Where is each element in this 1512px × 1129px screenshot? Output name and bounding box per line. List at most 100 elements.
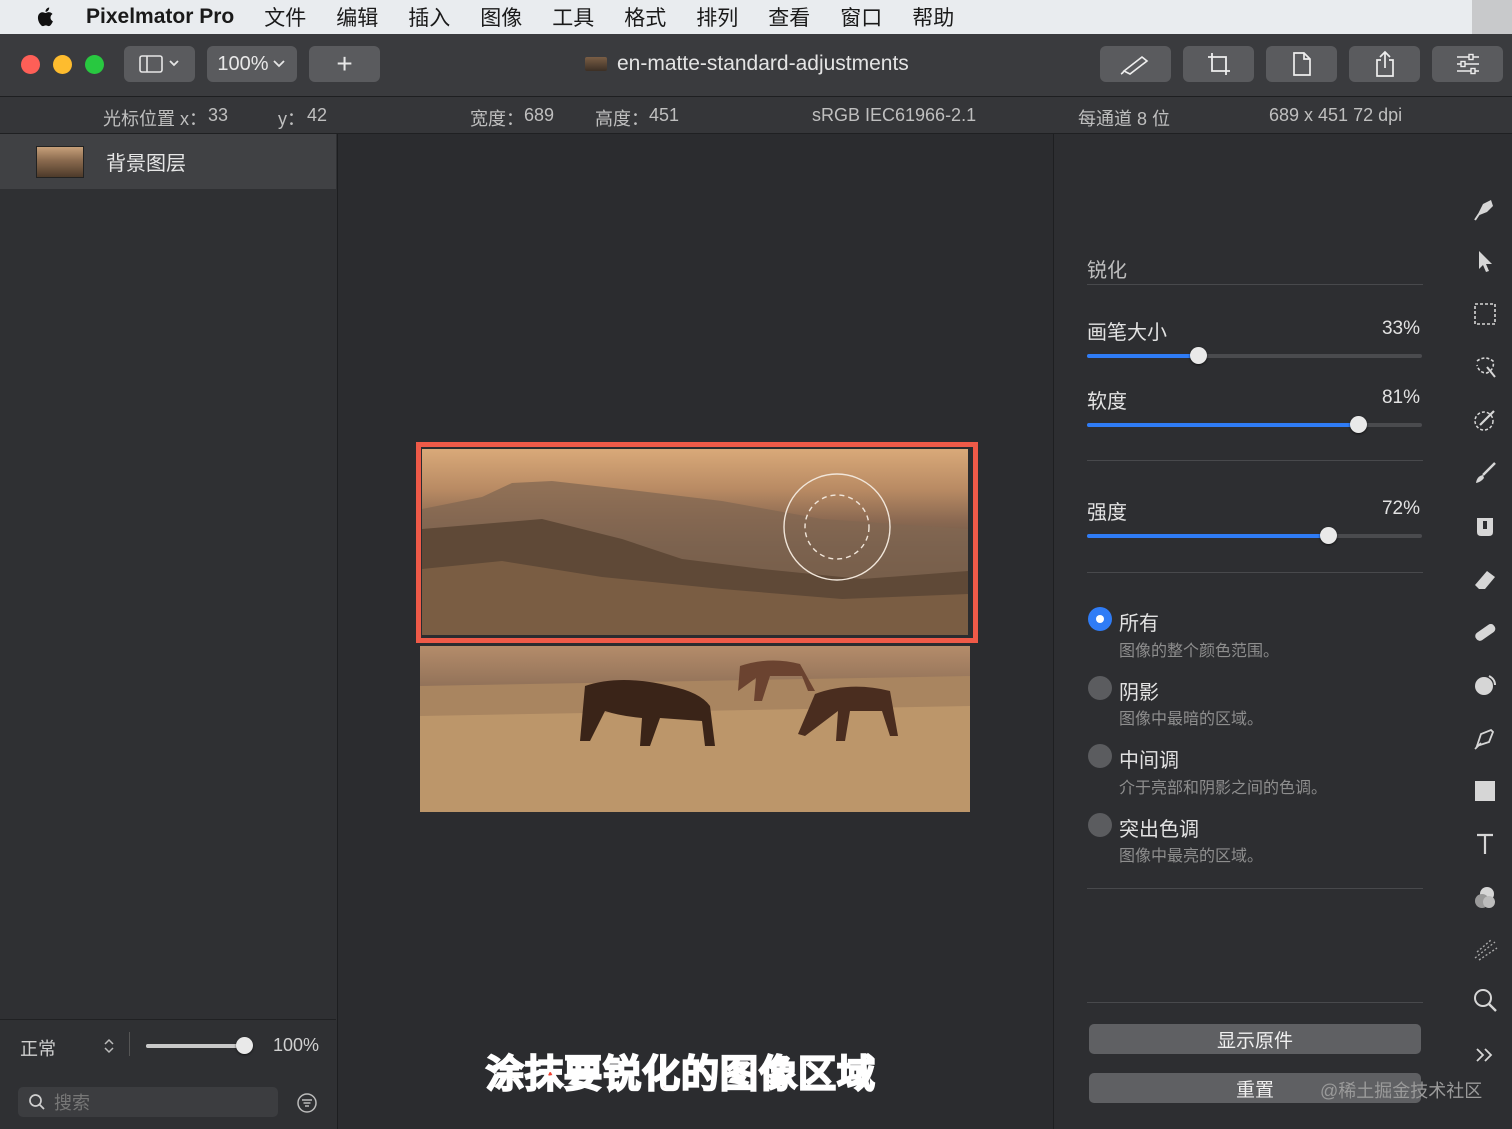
range-all-description: 图像的整个颜色范围。 [1119,643,1280,660]
export-button[interactable] [1266,46,1337,82]
add-label: + [336,48,353,79]
menu-insert[interactable]: 插入 [408,2,450,32]
apple-menu-icon[interactable] [34,5,58,29]
brush-icon[interactable] [1467,455,1503,491]
color-picker-icon[interactable] [1467,402,1503,438]
arrange-pointer-icon[interactable] [1467,243,1503,279]
effects-icon[interactable] [1467,932,1503,968]
menu-window[interactable]: 窗口 [840,2,882,32]
magic-selection-icon[interactable] [1467,349,1503,385]
brush-size-value: 33% [1381,318,1420,339]
sidebar-toggle-button[interactable] [124,46,195,82]
range-shadows-label: 阴影 [1119,682,1159,704]
opacity-value: 100% [273,1035,320,1055]
intensity-slider[interactable] [1087,527,1422,544]
softness-slider[interactable] [1087,416,1422,433]
blend-controls: 正常 100% [0,1019,336,1070]
distort-icon[interactable] [1467,667,1503,703]
range-midtones-radio[interactable] [1088,744,1112,768]
document-title-text: en-matte-standard-adjustments [617,52,909,75]
more-tools-icon[interactable] [1467,1037,1503,1073]
brush-size-label: 画笔大小 [1087,322,1167,344]
divider [1087,572,1423,573]
range-all-radio[interactable] [1088,607,1112,631]
slider-knob[interactable] [1350,416,1367,433]
opacity-slider[interactable] [146,1037,253,1054]
chevron-down-icon [272,60,285,68]
search-icon [29,1094,45,1110]
layer-search-field[interactable]: 搜索 [18,1087,278,1117]
rect-selection-icon[interactable] [1467,296,1503,332]
paint-brush-style-icon[interactable] [1467,190,1503,226]
show-original-button[interactable]: 显示原件 [1089,1024,1421,1054]
range-highlights-description: 图像中最亮的区域。 [1119,848,1264,865]
menu-bar: Pixelmator Pro 文件 编辑 插入 图像 工具 格式 排列 查看 窗… [0,0,1512,34]
menubar-edge [1472,0,1512,34]
tools-strip [1460,134,1512,1129]
range-all-label: 所有 [1119,613,1159,635]
layer-name: 背景图层 [106,153,186,175]
menu-help[interactable]: 帮助 [912,2,954,32]
menu-tools[interactable]: 工具 [552,2,594,32]
opacity-slider-fill [146,1044,244,1048]
share-button[interactable] [1349,46,1420,82]
eraser-icon[interactable] [1467,561,1503,597]
watermark: @稀土掘金技术社区 [1320,1081,1483,1101]
opacity-slider-knob[interactable] [236,1037,253,1054]
cursor-y-label: y： [278,109,305,129]
range-shadows-radio[interactable] [1088,676,1112,700]
height-label: 高度： [595,109,649,129]
edit-tools-button[interactable] [1100,46,1171,82]
range-shadows-description: 图像中最暗的区域。 [1119,711,1264,728]
color-adjust-icon[interactable] [1467,879,1503,915]
cursor-x-label: 光标位置 x： [103,109,208,129]
color-profile: sRGB IEC61966-2.1 [812,105,977,125]
repair-icon[interactable] [1467,614,1503,650]
slider-knob[interactable] [1190,347,1207,364]
menu-format[interactable]: 格式 [624,2,666,32]
fill-icon[interactable] [1467,508,1503,544]
app-menu[interactable]: Pixelmator Pro [86,5,234,29]
highlight-frame [416,442,978,643]
layer-row[interactable]: 背景图层 [0,134,336,189]
shape-icon[interactable] [1467,773,1503,809]
blend-mode-select[interactable]: 正常 [20,1035,56,1061]
adjust-panel-button[interactable] [1432,46,1503,82]
close-window-button[interactable] [21,55,40,74]
updown-chevron-icon[interactable] [102,1037,116,1055]
intensity-label: 强度 [1087,502,1127,524]
info-bar: 光标位置 x： 33 y： 42 宽度： 689 高度： 451 sRGB IE… [0,97,1512,134]
filter-icon[interactable] [296,1092,318,1114]
menu-file[interactable]: 文件 [264,2,306,32]
text-icon[interactable] [1467,826,1503,862]
crop-button[interactable] [1183,46,1254,82]
add-button[interactable]: + [309,46,380,82]
divider [1087,460,1423,461]
divider [129,1032,130,1056]
zoom-window-button[interactable] [85,55,104,74]
zoom-dropdown[interactable]: 100% [207,46,297,82]
layer-thumbnail [36,145,84,178]
horses-art [420,660,970,812]
brush-size-slider[interactable] [1087,347,1422,364]
cursor-x-value: 33 [208,105,229,125]
range-highlights-radio[interactable] [1088,813,1112,837]
intensity-value: 72% [1381,498,1420,519]
cursor-y-value: 42 [307,105,328,125]
slider-fill [1087,534,1328,538]
menu-view[interactable]: 查看 [768,2,810,32]
menu-arrange[interactable]: 排列 [696,2,738,32]
share-icon [1375,50,1394,77]
range-highlights-label: 突出色调 [1119,819,1199,841]
image-bottom-horses[interactable] [420,646,970,812]
slider-knob[interactable] [1320,527,1337,544]
range-midtones-label: 中间调 [1119,750,1179,772]
zoom-icon[interactable] [1467,982,1503,1018]
document-thumbnail [585,57,607,71]
menu-edit[interactable]: 编辑 [336,2,378,32]
show-original-label: 显示原件 [1216,1030,1293,1052]
menu-image[interactable]: 图像 [480,2,522,32]
pen-icon[interactable] [1467,720,1503,756]
reset-label: 重置 [1235,1079,1274,1101]
minimize-window-button[interactable] [53,55,72,74]
